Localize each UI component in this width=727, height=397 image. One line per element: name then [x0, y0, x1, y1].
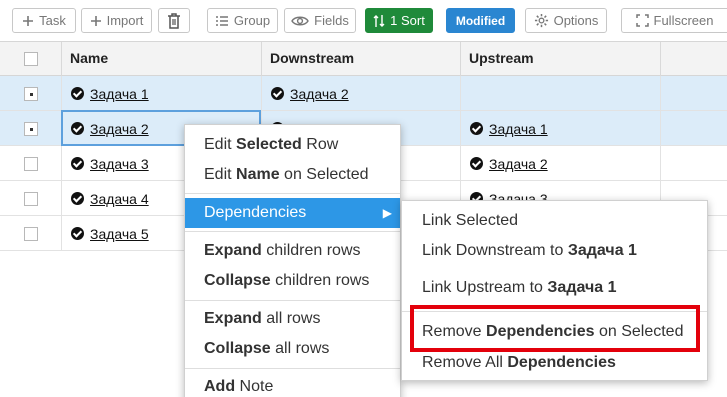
- gear-icon: [534, 13, 549, 28]
- menu-item-expand-all[interactable]: Expand all rows: [185, 304, 400, 334]
- check-circle-icon: [271, 87, 284, 100]
- submenu-arrow-icon: ▶: [382, 206, 392, 220]
- select-all-cell: [0, 42, 62, 76]
- row-select-cell: [0, 76, 62, 111]
- row-select-cell: [0, 111, 62, 146]
- modified-button[interactable]: Modified: [446, 8, 515, 33]
- menu-divider: [185, 368, 400, 369]
- row-checkbox[interactable]: [23, 226, 38, 241]
- upstream-cell[interactable]: [461, 76, 661, 111]
- menu-item-add-note[interactable]: Add Note: [185, 372, 400, 397]
- add-task-label: Task: [39, 13, 66, 28]
- import-label: Import: [106, 13, 144, 28]
- menu-divider: [185, 231, 400, 232]
- upstream-cell[interactable]: Задача 1: [461, 111, 661, 146]
- menu-item-expand-children[interactable]: Expand children rows: [185, 236, 400, 266]
- eye-icon: [291, 15, 309, 27]
- upstream-cell[interactable]: Задача 2: [461, 146, 661, 181]
- menu-item-dependencies[interactable]: Dependencies ▶: [185, 198, 400, 228]
- list-icon: [215, 15, 229, 27]
- menu-item-edit-selected-row[interactable]: Edit Selected Row: [185, 130, 400, 160]
- plus-icon: [90, 15, 102, 27]
- expand-icon: [635, 14, 649, 27]
- fields-button[interactable]: Fields: [284, 8, 356, 33]
- task-link[interactable]: Задача 5: [90, 226, 149, 242]
- row-select-cell: [0, 146, 62, 181]
- dependency-link[interactable]: Задача 2: [290, 86, 349, 102]
- menu-item-collapse-children[interactable]: Collapse children rows: [185, 266, 400, 296]
- column-header-downstream[interactable]: Downstream: [262, 42, 461, 76]
- task-link[interactable]: Задача 3: [90, 156, 149, 172]
- column-header-upstream[interactable]: Upstream: [461, 42, 661, 76]
- menu-item-collapse-all[interactable]: Collapse all rows: [185, 334, 400, 364]
- check-circle-icon: [470, 122, 483, 135]
- import-button[interactable]: Import: [81, 8, 152, 33]
- column-header-name[interactable]: Name: [62, 42, 262, 76]
- submenu-item-link-downstream[interactable]: Link Downstream to Задача 1: [402, 236, 707, 266]
- task-link[interactable]: Задача 2: [90, 121, 149, 137]
- sort-button[interactable]: 1 Sort: [365, 8, 433, 33]
- submenu-item-link-selected[interactable]: Link Selected: [402, 206, 707, 236]
- row-checkbox[interactable]: [23, 121, 38, 136]
- group-button[interactable]: Group: [207, 8, 278, 33]
- menu-divider: [185, 300, 400, 301]
- check-circle-icon: [71, 192, 84, 205]
- delete-button[interactable]: [158, 8, 190, 33]
- add-task-button[interactable]: Task: [12, 8, 76, 33]
- table-row[interactable]: Задача 1 Задача 2: [0, 76, 727, 111]
- row-checkbox[interactable]: [23, 156, 38, 171]
- grid-header: Name Downstream Upstream: [0, 42, 727, 76]
- check-circle-icon: [71, 227, 84, 240]
- modified-label: Modified: [455, 13, 506, 28]
- check-circle-icon: [71, 87, 84, 100]
- row-checkbox[interactable]: [23, 191, 38, 206]
- downstream-cell[interactable]: Задача 2: [262, 76, 461, 111]
- select-all-checkbox[interactable]: [23, 52, 38, 66]
- fields-label: Fields: [314, 13, 349, 28]
- group-label: Group: [233, 13, 271, 28]
- options-button[interactable]: Options: [525, 8, 607, 33]
- check-circle-icon: [71, 122, 84, 135]
- menu-item-edit-name-on-selected[interactable]: Edit Name on Selected: [185, 160, 400, 190]
- sort-arrows-icon: [373, 14, 385, 28]
- menu-divider: [402, 311, 707, 312]
- row-select-cell: [0, 181, 62, 216]
- dependency-link[interactable]: Задача 2: [489, 156, 548, 172]
- submenu-item-remove-dependencies-on-selected[interactable]: Remove Dependencies on Selected: [402, 317, 707, 347]
- name-cell[interactable]: Задача 1: [62, 76, 262, 111]
- row-checkbox[interactable]: [23, 86, 38, 101]
- options-label: Options: [553, 13, 599, 28]
- row-select-cell: [0, 216, 62, 251]
- task-link[interactable]: Задача 1: [90, 86, 149, 102]
- fullscreen-button[interactable]: Fullscreen: [621, 8, 727, 33]
- sort-label: 1 Sort: [390, 13, 425, 28]
- submenu-item-link-upstream[interactable]: Link Upstream to Задача 1: [402, 273, 707, 303]
- check-circle-icon: [71, 157, 84, 170]
- submenu-item-remove-all-dependencies[interactable]: Remove All Dependencies: [402, 348, 707, 378]
- trash-icon: [167, 12, 181, 29]
- fullscreen-label: Fullscreen: [653, 13, 714, 28]
- context-menu: Edit Selected Row Edit Name on Selected …: [184, 124, 401, 397]
- menu-divider: [185, 193, 400, 194]
- task-link[interactable]: Задача 4: [90, 191, 149, 207]
- check-circle-icon: [470, 157, 483, 170]
- plus-icon: [22, 15, 34, 27]
- dependency-link[interactable]: Задача 1: [489, 121, 548, 137]
- toolbar: Task Import Group Fields 1 Sort Modified…: [0, 0, 727, 41]
- dependencies-submenu: Link Selected Link Downstream to Задача …: [401, 200, 708, 381]
